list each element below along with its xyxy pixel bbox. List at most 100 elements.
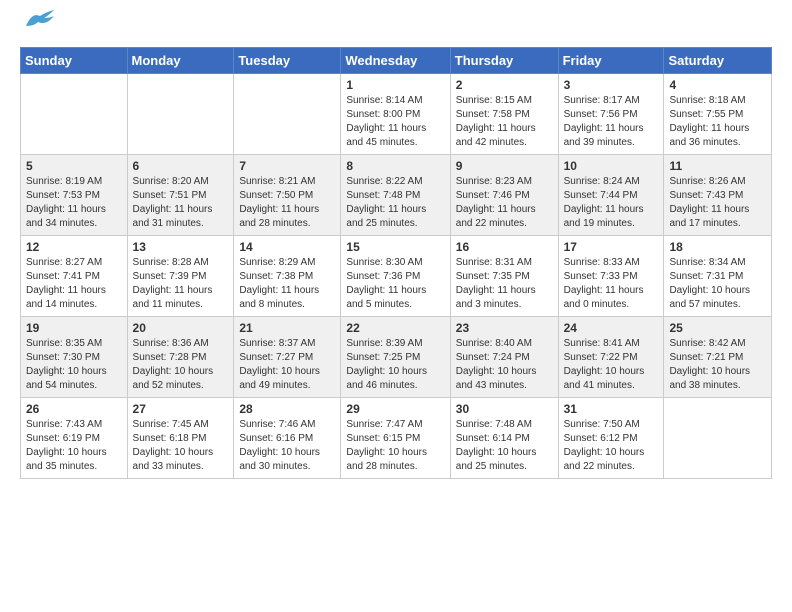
calendar-cell: 30 Sunrise: 7:48 AM Sunset: 6:14 PM Dayli… <box>450 398 558 479</box>
day-number: 25 <box>669 321 766 335</box>
day-info: Sunrise: 8:41 AM Sunset: 7:22 PM Dayligh… <box>564 337 659 393</box>
day-number: 28 <box>239 402 335 416</box>
day-number: 5 <box>26 159 122 173</box>
day-info: Sunrise: 8:30 AM Sunset: 7:36 PM Dayligh… <box>346 256 444 312</box>
day-info: Sunrise: 8:34 AM Sunset: 7:31 PM Dayligh… <box>669 256 766 312</box>
day-info: Sunrise: 8:42 AM Sunset: 7:21 PM Dayligh… <box>669 337 766 393</box>
day-info: Sunrise: 8:14 AM Sunset: 8:00 PM Dayligh… <box>346 94 444 150</box>
day-info: Sunrise: 8:22 AM Sunset: 7:48 PM Dayligh… <box>346 175 444 231</box>
day-info: Sunrise: 8:15 AM Sunset: 7:58 PM Dayligh… <box>456 94 553 150</box>
calendar-cell: 5 Sunrise: 8:19 AM Sunset: 7:53 PM Daylig… <box>21 155 128 236</box>
day-number: 14 <box>239 240 335 254</box>
day-number: 31 <box>564 402 659 416</box>
calendar-cell: 29 Sunrise: 7:47 AM Sunset: 6:15 PM Dayli… <box>341 398 450 479</box>
calendar-cell <box>21 74 128 155</box>
day-number: 13 <box>133 240 229 254</box>
day-info: Sunrise: 8:37 AM Sunset: 7:27 PM Dayligh… <box>239 337 335 393</box>
day-info: Sunrise: 8:24 AM Sunset: 7:44 PM Dayligh… <box>564 175 659 231</box>
day-info: Sunrise: 8:35 AM Sunset: 7:30 PM Dayligh… <box>26 337 122 393</box>
calendar-cell: 23Sunrise: 8:40 AM Sunset: 7:24 PM Dayli… <box>450 317 558 398</box>
day-info: Sunrise: 8:27 AM Sunset: 7:41 PM Dayligh… <box>26 256 122 312</box>
day-info: Sunrise: 7:50 AM Sunset: 6:12 PM Dayligh… <box>564 418 659 474</box>
calendar-cell <box>664 398 772 479</box>
day-info: Sunrise: 7:46 AM Sunset: 6:16 PM Dayligh… <box>239 418 335 474</box>
day-number: 7 <box>239 159 335 173</box>
day-info: Sunrise: 8:26 AM Sunset: 7:43 PM Dayligh… <box>669 175 766 231</box>
day-number: 21 <box>239 321 335 335</box>
day-number: 9 <box>456 159 553 173</box>
calendar-week-row: 12 Sunrise: 8:27 AM Sunset: 7:41 PM Dayli… <box>21 236 772 317</box>
day-info: Sunrise: 8:17 AM Sunset: 7:56 PM Dayligh… <box>564 94 659 150</box>
weekday-header-saturday: Saturday <box>664 48 772 74</box>
day-info: Sunrise: 8:20 AM Sunset: 7:51 PM Dayligh… <box>133 175 229 231</box>
logo <box>20 16 56 35</box>
weekday-header-friday: Friday <box>558 48 664 74</box>
day-info: Sunrise: 7:47 AM Sunset: 6:15 PM Dayligh… <box>346 418 444 474</box>
day-number: 16 <box>456 240 553 254</box>
calendar-cell: 28 Sunrise: 7:46 AM Sunset: 6:16 PM Dayli… <box>234 398 341 479</box>
calendar-cell <box>234 74 341 155</box>
day-number: 2 <box>456 78 553 92</box>
day-info: Sunrise: 8:18 AM Sunset: 7:55 PM Dayligh… <box>669 94 766 150</box>
calendar-cell: 21 Sunrise: 8:37 AM Sunset: 7:27 PM Dayli… <box>234 317 341 398</box>
day-number: 6 <box>133 159 229 173</box>
calendar-week-row: 19 Sunrise: 8:35 AM Sunset: 7:30 PM Dayli… <box>21 317 772 398</box>
day-number: 12 <box>26 240 122 254</box>
weekday-header-monday: Monday <box>127 48 234 74</box>
calendar-cell: 15 Sunrise: 8:30 AM Sunset: 7:36 PM Dayli… <box>341 236 450 317</box>
calendar-cell: 22Sunrise: 8:39 AM Sunset: 7:25 PM Dayli… <box>341 317 450 398</box>
day-number: 23 <box>456 321 553 335</box>
calendar-cell: 2 Sunrise: 8:15 AM Sunset: 7:58 PM Daylig… <box>450 74 558 155</box>
day-number: 1 <box>346 78 444 92</box>
day-number: 10 <box>564 159 659 173</box>
calendar-cell: 16 Sunrise: 8:31 AM Sunset: 7:35 PM Dayli… <box>450 236 558 317</box>
calendar-cell: 11 Sunrise: 8:26 AM Sunset: 7:43 PM Dayli… <box>664 155 772 236</box>
day-info: Sunrise: 7:48 AM Sunset: 6:14 PM Dayligh… <box>456 418 553 474</box>
day-info: Sunrise: 7:45 AM Sunset: 6:18 PM Dayligh… <box>133 418 229 474</box>
day-number: 15 <box>346 240 444 254</box>
weekday-header-sunday: Sunday <box>21 48 128 74</box>
day-info: Sunrise: 8:23 AM Sunset: 7:46 PM Dayligh… <box>456 175 553 231</box>
day-info: Sunrise: 8:31 AM Sunset: 7:35 PM Dayligh… <box>456 256 553 312</box>
calendar-cell: 18 Sunrise: 8:34 AM Sunset: 7:31 PM Dayli… <box>664 236 772 317</box>
day-number: 30 <box>456 402 553 416</box>
calendar-cell: 7Sunrise: 8:21 AM Sunset: 7:50 PM Daylig… <box>234 155 341 236</box>
day-number: 29 <box>346 402 444 416</box>
logo-bird-icon <box>24 8 56 30</box>
calendar-cell: 8Sunrise: 8:22 AM Sunset: 7:48 PM Daylig… <box>341 155 450 236</box>
weekday-header-tuesday: Tuesday <box>234 48 341 74</box>
day-number: 27 <box>133 402 229 416</box>
day-number: 4 <box>669 78 766 92</box>
day-number: 24 <box>564 321 659 335</box>
calendar-cell: 9 Sunrise: 8:23 AM Sunset: 7:46 PM Daylig… <box>450 155 558 236</box>
day-number: 26 <box>26 402 122 416</box>
day-info: Sunrise: 8:33 AM Sunset: 7:33 PM Dayligh… <box>564 256 659 312</box>
day-info: Sunrise: 8:28 AM Sunset: 7:39 PM Dayligh… <box>133 256 229 312</box>
calendar-cell: 27 Sunrise: 7:45 AM Sunset: 6:18 PM Dayli… <box>127 398 234 479</box>
calendar-cell: 13 Sunrise: 8:28 AM Sunset: 7:39 PM Dayli… <box>127 236 234 317</box>
calendar-week-row: 1 Sunrise: 8:14 AM Sunset: 8:00 PM Daylig… <box>21 74 772 155</box>
calendar-cell: 24 Sunrise: 8:41 AM Sunset: 7:22 PM Dayli… <box>558 317 664 398</box>
day-number: 20 <box>133 321 229 335</box>
day-info: Sunrise: 8:36 AM Sunset: 7:28 PM Dayligh… <box>133 337 229 393</box>
calendar-cell: 10 Sunrise: 8:24 AM Sunset: 7:44 PM Dayli… <box>558 155 664 236</box>
day-number: 11 <box>669 159 766 173</box>
header <box>20 16 772 35</box>
calendar-cell: 3 Sunrise: 8:17 AM Sunset: 7:56 PM Daylig… <box>558 74 664 155</box>
calendar-week-row: 5 Sunrise: 8:19 AM Sunset: 7:53 PM Daylig… <box>21 155 772 236</box>
day-number: 22 <box>346 321 444 335</box>
day-number: 3 <box>564 78 659 92</box>
day-info: Sunrise: 8:19 AM Sunset: 7:53 PM Dayligh… <box>26 175 122 231</box>
calendar-cell: 12 Sunrise: 8:27 AM Sunset: 7:41 PM Dayli… <box>21 236 128 317</box>
weekday-header-row: SundayMondayTuesdayWednesdayThursdayFrid… <box>21 48 772 74</box>
day-number: 17 <box>564 240 659 254</box>
page: SundayMondayTuesdayWednesdayThursdayFrid… <box>0 0 792 495</box>
calendar-week-row: 26Sunrise: 7:43 AM Sunset: 6:19 PM Dayli… <box>21 398 772 479</box>
calendar-cell: 17 Sunrise: 8:33 AM Sunset: 7:33 PM Dayli… <box>558 236 664 317</box>
calendar-cell: 4 Sunrise: 8:18 AM Sunset: 7:55 PM Daylig… <box>664 74 772 155</box>
day-number: 19 <box>26 321 122 335</box>
day-number: 18 <box>669 240 766 254</box>
calendar-table: SundayMondayTuesdayWednesdayThursdayFrid… <box>20 47 772 479</box>
calendar-cell: 1 Sunrise: 8:14 AM Sunset: 8:00 PM Daylig… <box>341 74 450 155</box>
calendar-cell: 26Sunrise: 7:43 AM Sunset: 6:19 PM Dayli… <box>21 398 128 479</box>
